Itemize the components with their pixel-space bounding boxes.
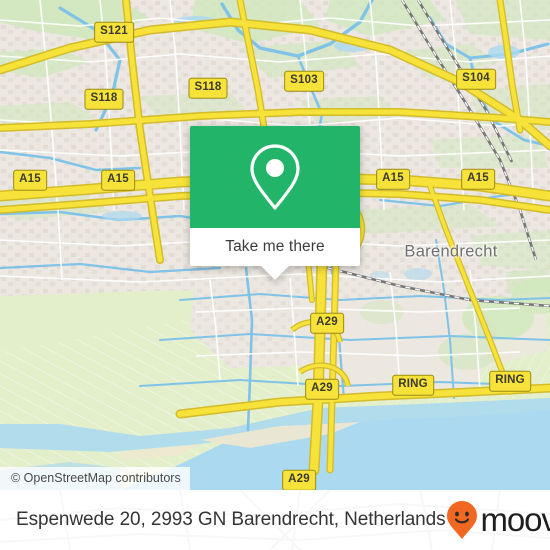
road-shield: S103 xyxy=(284,70,324,92)
road-shield: RING xyxy=(392,374,434,396)
moovit-map-screenshot: S121 S118 S118 S103 S104 A15 A15 A15 A15… xyxy=(0,0,550,550)
road-shield: A15 xyxy=(376,168,410,190)
map-canvas[interactable]: S121 S118 S118 S103 S104 A15 A15 A15 A15… xyxy=(0,0,550,490)
moovit-smiley-pin-icon xyxy=(446,501,477,539)
moovit-wordmark: moovit xyxy=(480,500,550,538)
address-label: Espenwede 20, 2993 GN Barendrecht, Nethe… xyxy=(16,509,446,530)
location-pin-icon xyxy=(250,144,300,210)
road-shield: S118 xyxy=(84,88,124,110)
popup-header xyxy=(190,126,360,228)
road-shield: A29 xyxy=(282,469,316,490)
road-shield: A29 xyxy=(305,378,339,400)
place-label-barendrecht: Barendrecht xyxy=(404,242,498,261)
road-shield: S118 xyxy=(188,77,228,99)
road-shield: A29 xyxy=(310,312,344,334)
road-shield: A15 xyxy=(461,168,495,190)
destination-popup-card[interactable]: Take me there xyxy=(190,126,360,280)
popup-footer[interactable]: Take me there xyxy=(190,228,360,280)
take-me-there-label: Take me there xyxy=(225,238,325,255)
road-shield: A15 xyxy=(13,169,47,191)
road-shield: A15 xyxy=(101,169,135,191)
road-shield: RING xyxy=(489,370,531,392)
moovit-brand[interactable]: moovit xyxy=(446,500,550,540)
road-shield: S104 xyxy=(456,68,496,90)
footer-bar: Espenwede 20, 2993 GN Barendrecht, Nethe… xyxy=(0,490,550,550)
popup-pointer-tail xyxy=(261,266,289,280)
road-shield: S121 xyxy=(94,21,134,43)
osm-attribution[interactable]: © OpenStreetMap contributors xyxy=(0,467,190,490)
